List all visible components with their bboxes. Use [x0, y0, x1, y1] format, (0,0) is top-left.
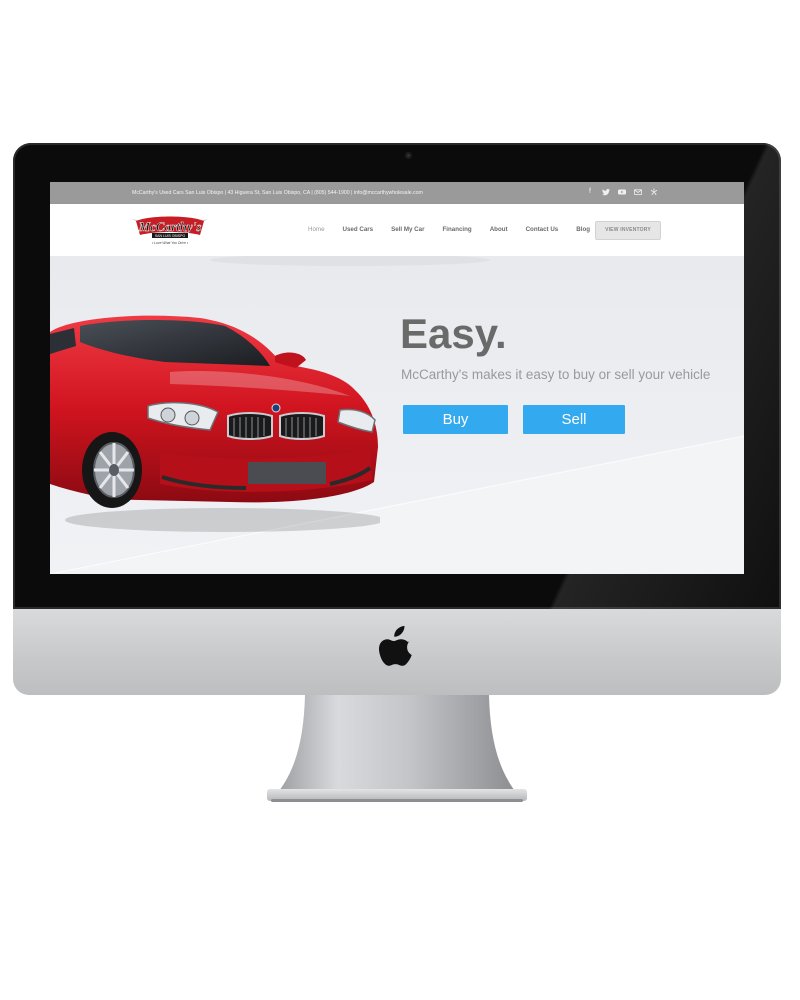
nav-item-contact-us[interactable]: Contact Us: [526, 226, 559, 233]
buy-button[interactable]: Buy: [403, 405, 508, 434]
logo-location-text: SAN LUIS OBISPO: [155, 234, 186, 238]
social-links: f: [586, 188, 658, 196]
hero-subline: McCarthy's makes it easy to buy or sell …: [401, 367, 711, 382]
nav-item-home[interactable]: Home: [308, 226, 325, 233]
monitor-stand: [267, 695, 527, 802]
facebook-icon[interactable]: f: [586, 188, 594, 196]
apple-logo-icon: [378, 625, 412, 666]
sell-button[interactable]: Sell: [523, 405, 625, 434]
hero-section: Easy. McCarthy's makes it easy to buy or…: [50, 256, 744, 574]
nav-item-about[interactable]: About: [490, 226, 508, 233]
youtube-icon[interactable]: [618, 188, 626, 196]
nav-item-used-cars[interactable]: Used Cars: [343, 226, 374, 233]
red-car-image: [50, 315, 380, 532]
main-navbar: McCarthy's SAN LUIS OBISPO • Love What Y…: [50, 204, 744, 256]
webcam-dot: [405, 152, 412, 159]
nav-menu: Home Used Cars Sell My Car Financing Abo…: [308, 226, 608, 233]
yelp-icon[interactable]: [650, 188, 658, 196]
website-screen: McCarthy's Used Cars San Luis Obispo | 4…: [50, 182, 744, 574]
nav-item-sell-my-car[interactable]: Sell My Car: [391, 226, 424, 233]
nav-item-blog[interactable]: Blog: [576, 226, 590, 233]
nav-item-financing[interactable]: Financing: [442, 226, 471, 233]
hero-headline: Easy.: [400, 310, 507, 357]
mccarthys-logo[interactable]: McCarthy's SAN LUIS OBISPO • Love What Y…: [130, 213, 210, 247]
logo-tagline-text: • Love What You Drive •: [152, 241, 189, 245]
top-info-bar: McCarthy's Used Cars San Luis Obispo | 4…: [50, 182, 744, 204]
twitter-icon[interactable]: [602, 188, 610, 196]
contact-info: McCarthy's Used Cars San Luis Obispo | 4…: [132, 190, 423, 196]
view-inventory-button[interactable]: VIEW INVENTORY: [595, 221, 661, 240]
logo-brand-text: McCarthy's: [138, 219, 202, 234]
email-icon[interactable]: [634, 188, 642, 196]
